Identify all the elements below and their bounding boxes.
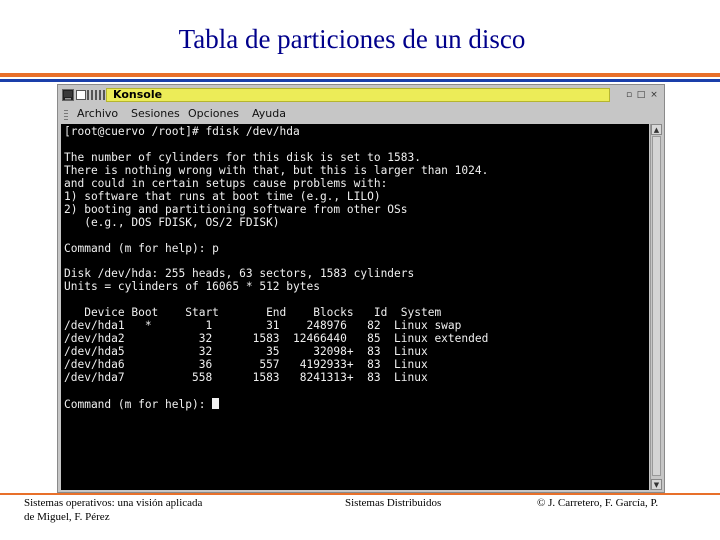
footer-book-line1: Sistemas operativos: una visión aplicada [24,497,203,509]
title-rule-orange [0,73,720,77]
titlebar-grip-icon [87,90,105,100]
terminal-line: /dev/hda5 32 35 32098+ 83 Linux [64,345,428,359]
title-rule-blue [0,79,720,82]
menu-opciones[interactable]: Opciones [188,107,239,121]
konsole-window: Konsole ▫ □ × Archivo Sesiones Opciones … [57,84,665,493]
terminal-line: Units = cylinders of 16065 * 512 bytes [64,280,320,294]
menu-sesiones[interactable]: Sesiones [131,107,180,121]
menubar-grip-icon [64,108,68,120]
terminal-line: /dev/hda6 36 557 4192933+ 83 Linux [64,358,428,372]
footer-authors: © J. Carretero, F. García, P. [537,497,659,509]
footer-rule [0,493,720,495]
terminal-area[interactable]: [root@cuervo /root]# fdisk /dev/hda The … [61,124,649,490]
menu-ayuda[interactable]: Ayuda [252,107,286,121]
terminal-line: Command (m for help): p [64,241,219,255]
scroll-up-icon[interactable]: ▲ [651,124,662,135]
terminal-line: 2) booting and partitioning software fro… [64,202,408,216]
window-title: Konsole [113,88,163,101]
menu-archivo[interactable]: Archivo [77,107,118,121]
terminal-line: 1) software that runs at boot time (e.g.… [64,189,381,203]
konsole-app-icon[interactable] [62,89,74,101]
minimize-button[interactable]: ▫ [623,89,635,101]
terminal-line: /dev/hda1 * 1 31 248976 82 Linux swap [64,319,462,333]
terminal-line: Disk /dev/hda: 255 heads, 63 sectors, 15… [64,267,415,281]
footer-book-reference: Sistemas operativos: una visión aplicada… [24,496,202,524]
terminal-line: There is nothing wrong with that, but th… [64,163,489,177]
title-highlight [106,88,610,102]
scroll-thumb[interactable] [652,136,661,476]
terminal-line: Device Boot Start End Blocks Id System [64,306,442,320]
terminal-line: (e.g., DOS FDISK, OS/2 FDISK) [64,215,280,229]
footer-book-line2: de Miguel, F. Pérez [24,511,110,523]
terminal-line: and could in certain setups cause proble… [64,176,388,190]
pin-icon[interactable] [76,90,86,100]
window-titlebar[interactable]: Konsole ▫ □ × [60,87,662,103]
terminal-scrollbar[interactable]: ▲ ▼ [650,124,662,490]
maximize-button[interactable]: □ [635,89,647,101]
footer-course: Sistemas Distribuidos [345,497,442,509]
terminal-output: [root@cuervo /root]# fdisk /dev/hda The … [64,125,489,412]
terminal-line: [root@cuervo /root]# fdisk /dev/hda [64,125,300,138]
terminal-cursor [212,398,220,410]
close-button[interactable]: × [648,89,660,101]
menu-bar: Archivo Sesiones Opciones Ayuda [60,105,662,123]
terminal-line: /dev/hda7 558 1583 8241313+ 83 Linux [64,371,428,385]
terminal-line: Command (m for help): [64,398,213,412]
terminal-line: /dev/hda2 32 1583 12466440 85 Linux exte… [64,332,489,346]
terminal-line: The number of cylinders for this disk is… [64,150,421,164]
scroll-down-icon[interactable]: ▼ [651,479,662,490]
slide-title: Tabla de particiones de un disco [178,24,526,54]
